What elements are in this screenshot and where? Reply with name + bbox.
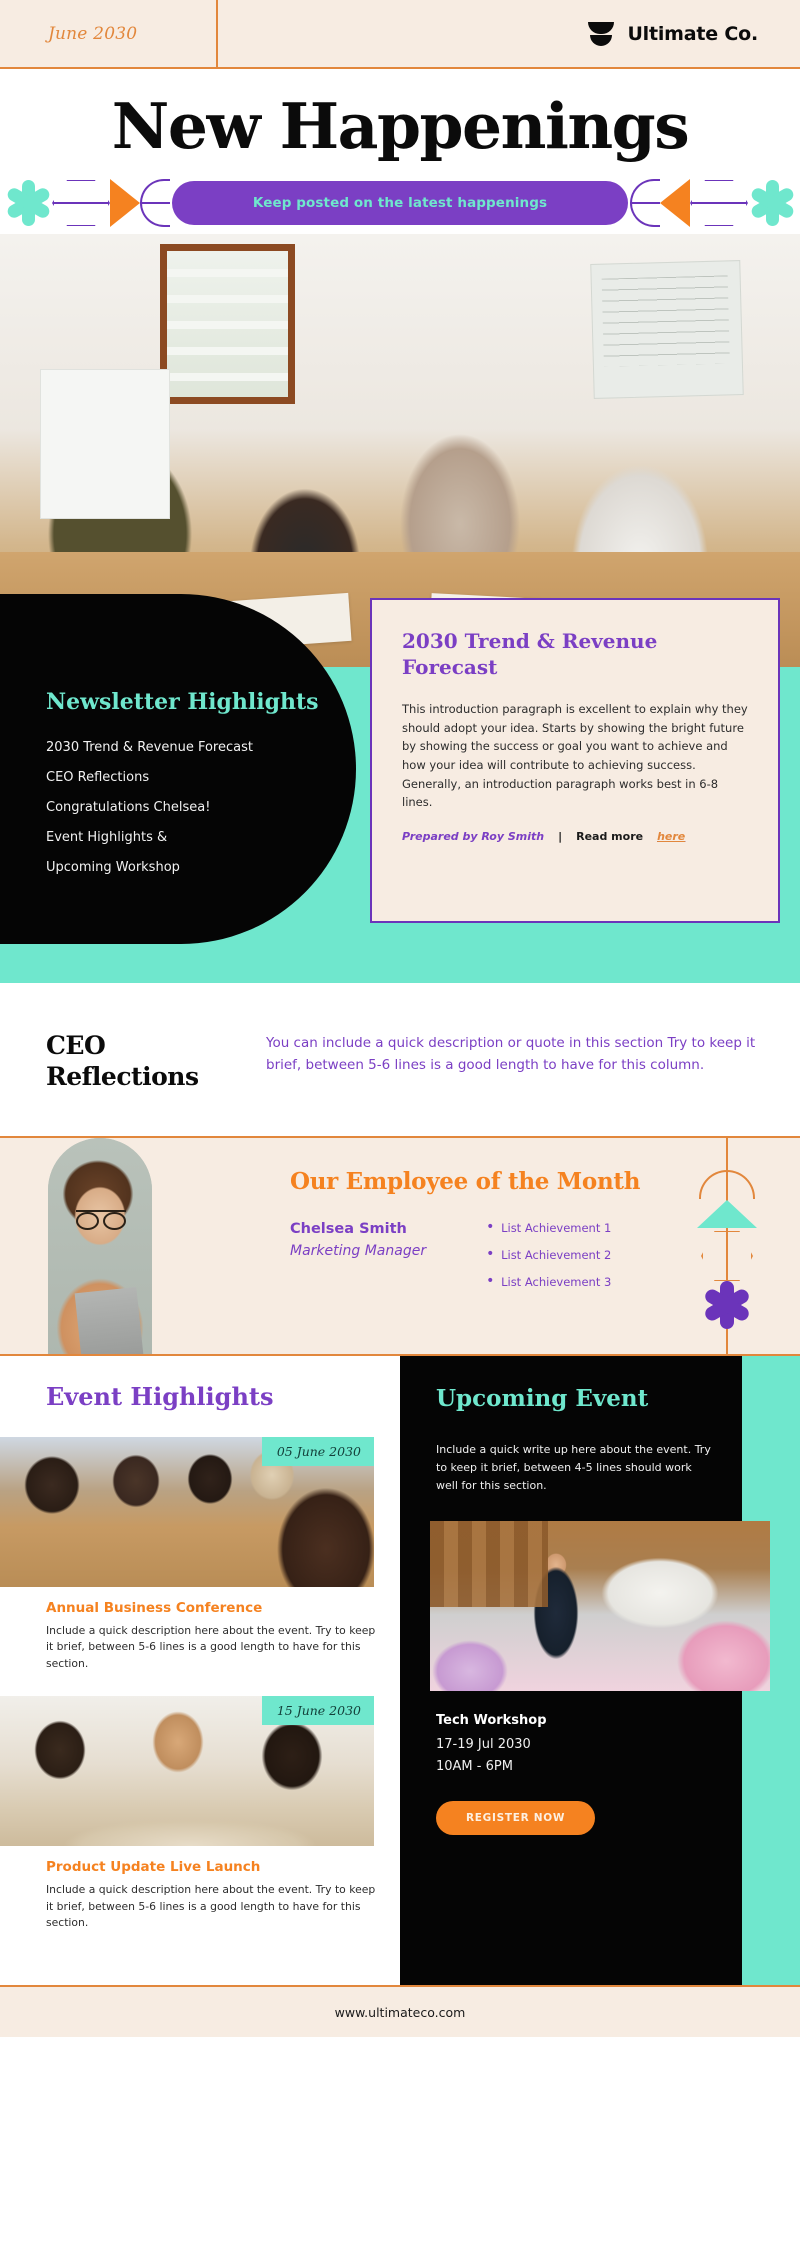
asterisk-purple-icon <box>702 1280 752 1330</box>
dome-outline-icon <box>699 1170 755 1199</box>
hexagon-purple-right-icon <box>690 179 748 227</box>
list-item: List Achievement 2 <box>486 1246 611 1262</box>
brand-cell[interactable]: Ultimate Co. <box>218 0 800 67</box>
brand-name: Ultimate Co. <box>627 22 758 45</box>
employee-achievements-list: List Achievement 1 List Achievement 2 Li… <box>486 1219 611 1302</box>
newsletter-highlights-title: Newsletter Highlights <box>46 689 319 715</box>
triangle-orange-icon <box>110 179 140 227</box>
read-more-label: Read more <box>576 829 644 843</box>
newsletter-highlights-list: 2030 Trend & Revenue Forecast CEO Reflec… <box>46 741 356 874</box>
footer: www.ultimateco.com <box>0 1985 800 2038</box>
ceo-reflections-section: CEO Reflections You can include a quick … <box>0 983 800 1136</box>
trend-forecast-card: 2030 Trend & Revenue Forecast This intro… <box>370 598 780 923</box>
list-item: Congratulations Chelsea! <box>46 799 211 815</box>
trend-forecast-title: 2030 Trend & Revenue Forecast <box>402 629 658 679</box>
workshop-time: 10AM - 6PM <box>436 1758 513 1774</box>
list-item: Upcoming Workshop <box>46 859 180 875</box>
event-highlights-column: Event Highlights 05 June 2030 Annual Bus… <box>0 1356 400 1986</box>
ceo-reflections-title: CEO Reflections <box>46 1031 199 1091</box>
employee-identity: Chelsea Smith Marketing Manager <box>290 1221 426 1302</box>
event-description: Include a quick description here about t… <box>46 1624 376 1670</box>
highlights-band: Newsletter Highlights 2030 Trend & Reven… <box>0 594 800 983</box>
masthead: New Happenings <box>0 69 800 172</box>
triangle-orange-right-icon <box>660 179 690 227</box>
register-now-button[interactable]: REGISTER NOW <box>436 1800 596 1835</box>
half-circle-purple-right-a-icon <box>630 179 660 227</box>
upcoming-event-column: Upcoming Event Include a quick write up … <box>400 1356 800 1986</box>
event-date-badge: 05 June 2030 <box>261 1437 374 1466</box>
issue-date: June 2030 <box>48 23 138 44</box>
stacked-bowls-logo-icon <box>586 19 616 49</box>
page-title: New Happenings <box>111 89 690 163</box>
event-photo: 15 June 2030 <box>0 1696 374 1847</box>
triangle-teal-icon <box>697 1200 757 1228</box>
ceo-reflections-body: You can include a quick description or q… <box>266 1035 756 1073</box>
tagline-text: Keep posted on the latest happenings <box>252 195 548 211</box>
read-more-link-text: here <box>657 829 686 843</box>
footer-website[interactable]: www.ultimateco.com <box>335 2005 466 2020</box>
list-item: CEO Reflections <box>46 769 150 785</box>
asterisk-teal-right-icon <box>748 179 796 227</box>
decorative-banner-row: Keep posted on the latest happenings <box>0 172 800 234</box>
event-date-badge: 15 June 2030 <box>261 1696 374 1726</box>
decorative-column <box>697 1138 757 1354</box>
upcoming-event-card: Upcoming Event Include a quick write up … <box>400 1356 770 1863</box>
trend-forecast-meta: Prepared by Roy Smith | Read more here <box>402 830 752 843</box>
event-description: Include a quick description here about t… <box>46 1883 376 1930</box>
top-bar: June 2030 Ultimate Co. <box>0 0 800 69</box>
issue-date-cell: June 2030 <box>0 0 218 67</box>
event-card[interactable]: 05 June 2030 Annual Business Conference … <box>0 1437 380 1672</box>
workshop-photo <box>430 1520 770 1691</box>
workshop-title: Tech Workshop <box>436 1712 547 1728</box>
employee-name: Chelsea Smith <box>290 1221 407 1237</box>
upcoming-event-title: Upcoming Event <box>436 1385 649 1412</box>
meta-separator: | <box>558 829 563 843</box>
events-section: Event Highlights 05 June 2030 Annual Bus… <box>0 1356 800 1986</box>
hexagon-purple-icon <box>52 179 110 227</box>
event-photo: 05 June 2030 <box>0 1437 374 1587</box>
newsletter-page: June 2030 Ultimate Co. New Happenings Ke… <box>0 0 800 2038</box>
trend-forecast-body: This introduction paragraph is excellent… <box>402 702 748 810</box>
tagline-pill: Keep posted on the latest happenings <box>172 181 628 225</box>
event-highlights-title: Event Highlights <box>46 1382 274 1411</box>
list-item: List Achievement 1 <box>486 1219 611 1235</box>
half-circle-purple-left-icon <box>140 179 170 227</box>
employee-avatar <box>48 1138 152 1354</box>
list-item: Event Highlights & <box>46 829 168 845</box>
newsletter-highlights-card: Newsletter Highlights 2030 Trend & Reven… <box>0 594 356 944</box>
list-item: List Achievement 3 <box>486 1273 611 1289</box>
event-card[interactable]: 15 June 2030 Product Update Live Launch … <box>0 1696 380 1931</box>
asterisk-teal-icon <box>4 179 52 227</box>
workshop-dates: 17-19 Jul 2030 <box>436 1736 531 1752</box>
hexagon-orange-icon <box>701 1231 753 1281</box>
event-title: Annual Business Conference <box>46 1600 263 1616</box>
trend-author: Prepared by Roy Smith <box>402 829 545 843</box>
list-item: 2030 Trend & Revenue Forecast <box>46 739 253 755</box>
employee-of-the-month-section: Our Employee of the Month Chelsea Smith … <box>0 1136 800 1356</box>
read-more-link[interactable]: here <box>657 830 685 843</box>
upcoming-event-blurb: Include a quick write up here about the … <box>436 1443 711 1493</box>
event-title: Product Update Live Launch <box>46 1859 261 1876</box>
employee-role: Marketing Manager <box>290 1243 427 1259</box>
